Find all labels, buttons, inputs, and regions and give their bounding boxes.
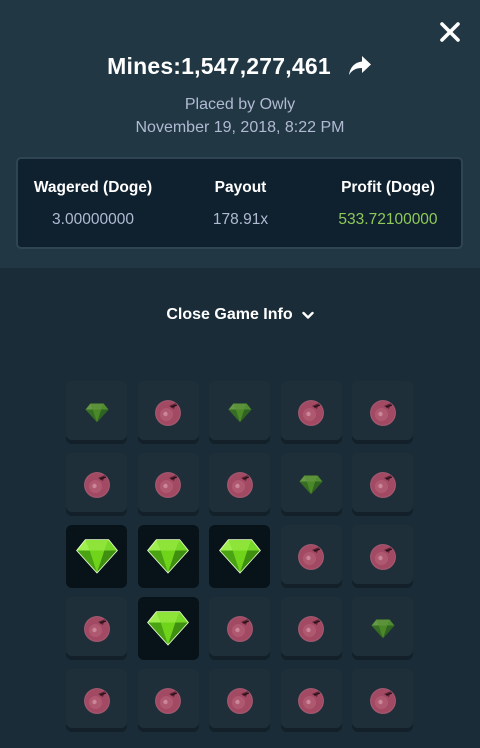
stat-label: Wagered (Doge) (33, 179, 153, 196)
tile-gem-revealed (137, 525, 199, 588)
mine-icon (83, 471, 111, 499)
stat-value: 3.00000000 (52, 211, 134, 228)
bet-title: Mines:1,547,277,461 (107, 52, 331, 79)
gem-icon (218, 539, 261, 574)
gem-icon (147, 611, 189, 646)
close-button[interactable] (436, 18, 464, 46)
gem-icon (84, 402, 109, 423)
share-button[interactable] (347, 53, 373, 79)
tile-mine (280, 381, 342, 444)
tile-mine (137, 381, 199, 444)
title-row: Mines:1,547,277,461 (0, 48, 480, 84)
tile-mine (209, 453, 270, 516)
tile-mine (280, 669, 342, 732)
tile-mine (66, 669, 127, 732)
gem-icon (299, 474, 323, 495)
mine-icon (154, 399, 182, 427)
gem-icon (75, 539, 118, 574)
chevron-down-icon (301, 311, 314, 319)
tile-mine (137, 453, 199, 516)
tile-gem-revealed (137, 597, 199, 660)
bet-stats: Wagered (Doge) 3.00000000 Payout 178.91x… (16, 157, 463, 249)
mine-icon (154, 687, 182, 715)
placed-by: Placed by Owly (184, 96, 296, 113)
mine-icon (226, 471, 254, 499)
mine-icon (297, 543, 325, 571)
tile-mine (280, 597, 342, 660)
stat-value: 533.72100000 (338, 211, 438, 228)
tile-gem (66, 381, 127, 444)
tile-mine (137, 669, 199, 732)
placed-date: November 19, 2018, 8:22 PM (135, 119, 345, 136)
stat-profit: Profit (Doge) 533.72100000 (313, 159, 463, 247)
mine-icon (297, 687, 325, 715)
mine-icon (369, 399, 397, 427)
tile-mine (66, 597, 127, 660)
tile-mine (352, 669, 413, 732)
gem-icon (370, 618, 395, 639)
tile-mine (352, 381, 413, 444)
tile-mine (209, 669, 270, 732)
close-icon (440, 22, 460, 42)
stat-value: 178.91x (212, 211, 269, 228)
gem-icon (227, 402, 252, 423)
tile-gem (352, 597, 413, 660)
mine-icon (297, 615, 325, 643)
mine-icon (369, 471, 397, 499)
tile-mine (352, 525, 413, 588)
gem-icon (147, 539, 189, 574)
mine-icon (297, 399, 325, 427)
tile-gem (280, 453, 342, 516)
tile-mine (66, 453, 127, 516)
tile-gem-revealed (209, 525, 270, 588)
tile-mine (280, 525, 342, 588)
tile-mine (209, 597, 270, 660)
mines-grid (66, 381, 414, 733)
stat-label: Payout (214, 179, 267, 196)
stat-wagered: Wagered (Doge) 3.00000000 (18, 159, 168, 247)
share-icon (348, 56, 371, 75)
mine-icon (369, 543, 397, 571)
close-game-info-toggle[interactable]: Close Game Info (0, 303, 480, 327)
tile-mine (352, 453, 413, 516)
stat-payout: Payout 178.91x (168, 159, 313, 247)
tile-gem (209, 381, 270, 444)
mine-icon (154, 471, 182, 499)
mine-icon (369, 687, 397, 715)
mine-icon (226, 687, 254, 715)
mine-icon (226, 615, 254, 643)
stat-label: Profit (Doge) (341, 179, 435, 196)
tile-gem-revealed (66, 525, 127, 588)
game-info-panel: Mines:1,547,277,461 Placed by Owly Novem… (0, 0, 480, 268)
mine-icon (83, 615, 111, 643)
mine-icon (83, 687, 111, 715)
toggle-label: Close Game Info (166, 306, 293, 323)
